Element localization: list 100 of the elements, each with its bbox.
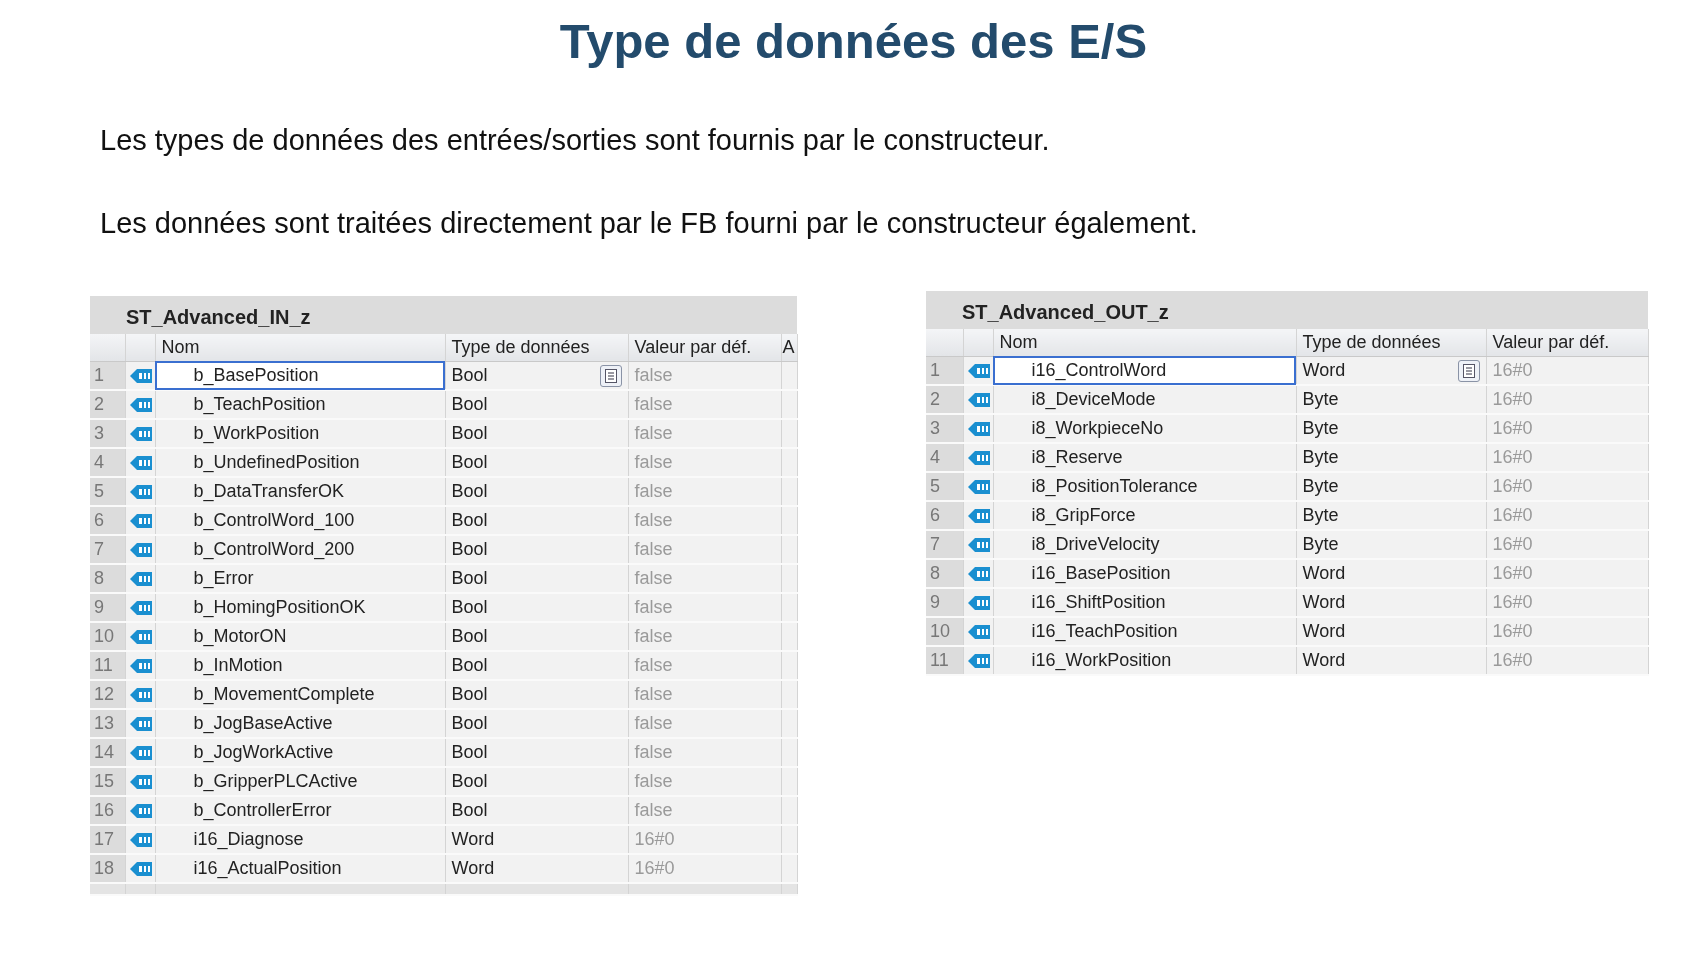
name-cell[interactable]: i8_GripForce bbox=[993, 501, 1296, 531]
default-value-cell: false bbox=[634, 771, 673, 792]
type-cell-text: Bool bbox=[451, 393, 488, 417]
type-cell-text: Byte bbox=[1302, 388, 1339, 412]
io-tag-icon bbox=[129, 629, 152, 644]
column-header: Valeur par déf. bbox=[1492, 331, 1610, 352]
io-tag-icon bbox=[967, 363, 990, 378]
name-cell[interactable]: i16_TeachPosition bbox=[993, 617, 1296, 647]
name-cell[interactable]: i8_WorkpieceNo bbox=[993, 414, 1296, 444]
io-tag-icon bbox=[967, 595, 990, 610]
name-cell[interactable]: b_ControlWord_200 bbox=[155, 535, 445, 565]
default-value-cell: false bbox=[634, 394, 673, 415]
default-value-cell: false bbox=[634, 568, 673, 589]
row-number: 5 bbox=[930, 476, 940, 497]
row-number: 7 bbox=[94, 539, 104, 560]
type-cell-text: Bool bbox=[451, 596, 488, 620]
row-number: 10 bbox=[94, 626, 115, 647]
name-cell[interactable]: b_ControlWord_100 bbox=[155, 506, 445, 536]
name-cell[interactable]: b_HomingPositionOK bbox=[155, 593, 445, 623]
row-number: 7 bbox=[930, 534, 940, 555]
name-cell[interactable]: b_MovementComplete bbox=[155, 680, 445, 710]
default-value-cell: 16#0 bbox=[1492, 476, 1533, 497]
column-header: Nom bbox=[999, 331, 1038, 352]
list-icon bbox=[604, 368, 617, 383]
type-cell-text: Word bbox=[1302, 562, 1346, 586]
default-value-cell: 16#0 bbox=[1492, 505, 1533, 526]
name-cell[interactable]: b_TeachPosition bbox=[155, 390, 445, 420]
io-tag-icon bbox=[129, 368, 152, 383]
name-cell[interactable]: i8_PositionTolerance bbox=[993, 472, 1296, 502]
type-cell-text: Bool bbox=[451, 538, 488, 562]
name-cell[interactable]: i8_Reserve bbox=[993, 443, 1296, 473]
name-cell[interactable]: i16_ShiftPosition bbox=[993, 588, 1296, 618]
type-cell-text: Bool bbox=[451, 480, 488, 504]
name-cell[interactable]: i8_DriveVelocity bbox=[993, 530, 1296, 560]
row-number: 5 bbox=[94, 481, 104, 502]
row-number: 3 bbox=[930, 418, 940, 439]
default-value-cell: 16#0 bbox=[1492, 621, 1533, 642]
name-cell[interactable]: b_DataTransferOK bbox=[155, 477, 445, 507]
selected-name-cell[interactable]: i16_ControlWord bbox=[993, 356, 1296, 386]
type-cell-text: Bool bbox=[451, 741, 488, 765]
column-header: A bbox=[782, 336, 795, 357]
list-button[interactable] bbox=[599, 364, 622, 387]
name-cell[interactable]: b_MotorON bbox=[155, 622, 445, 652]
default-value-cell: false bbox=[634, 626, 673, 647]
column-header: Type de données bbox=[1302, 331, 1441, 352]
table-title: ST_Advanced_OUT_z bbox=[926, 290, 1648, 329]
type-cell-text: Bool bbox=[451, 712, 488, 736]
name-cell[interactable]: i8_DeviceMode bbox=[993, 385, 1296, 415]
name-cell[interactable]: b_InMotion bbox=[155, 651, 445, 681]
row-number: 18 bbox=[94, 858, 115, 879]
io-tag-icon bbox=[129, 658, 152, 673]
row-number: 9 bbox=[930, 592, 940, 613]
io-tag-icon bbox=[967, 450, 990, 465]
name-cell[interactable]: b_JogWorkActive bbox=[155, 738, 445, 768]
row-number: 15 bbox=[94, 771, 115, 792]
type-cell-text: Byte bbox=[1302, 504, 1339, 528]
default-value-cell: 16#0 bbox=[1492, 447, 1533, 468]
name-cell[interactable]: b_WorkPosition bbox=[155, 419, 445, 449]
default-value-cell: 16#0 bbox=[1492, 563, 1533, 584]
io-tag-icon bbox=[129, 513, 152, 528]
row-number: 2 bbox=[930, 389, 940, 410]
name-cell[interactable]: i16_BasePosition bbox=[993, 559, 1296, 589]
default-value-cell: 16#0 bbox=[1492, 650, 1533, 671]
default-value-cell: false bbox=[634, 742, 673, 763]
list-button[interactable] bbox=[1457, 359, 1480, 382]
paragraph: Les types de données des entrées/sorties sont fournis par le constructeur. bbox=[100, 122, 1051, 158]
selected-name-cell[interactable]: b_BasePosition bbox=[155, 361, 445, 391]
io-tag-icon bbox=[129, 716, 152, 731]
table-title: ST_Advanced_IN_z bbox=[90, 295, 797, 334]
default-value-cell: 16#0 bbox=[1492, 592, 1533, 613]
column-header: Type de données bbox=[451, 336, 590, 357]
default-value-cell: false bbox=[634, 713, 673, 734]
name-cell[interactable]: b_GripperPLCActive bbox=[155, 767, 445, 797]
name-cell[interactable]: i16_Diagnose bbox=[155, 825, 445, 855]
name-cell[interactable]: b_JogBaseActive bbox=[155, 709, 445, 739]
type-cell-text: Bool bbox=[451, 364, 488, 388]
name-cell[interactable]: b_Error bbox=[155, 564, 445, 594]
row-number: 6 bbox=[930, 505, 940, 526]
row-number: 12 bbox=[94, 684, 115, 705]
type-cell-text: Word bbox=[451, 828, 495, 852]
type-cell-text: Bool bbox=[451, 422, 488, 446]
default-value-cell: false bbox=[634, 510, 673, 531]
row-number: 4 bbox=[930, 447, 940, 468]
name-cell[interactable]: i16_WorkPosition bbox=[993, 646, 1296, 676]
default-value-cell: false bbox=[634, 365, 673, 386]
type-cell-text: Bool bbox=[451, 770, 488, 794]
name-cell[interactable]: b_UndefinedPosition bbox=[155, 448, 445, 478]
io-tag-icon bbox=[129, 426, 152, 441]
type-cell-text: Bool bbox=[451, 625, 488, 649]
io-tag-icon bbox=[129, 571, 152, 586]
type-cell-text: Bool bbox=[451, 683, 488, 707]
type-cell-text: Word bbox=[451, 857, 495, 881]
row-number: 17 bbox=[94, 829, 115, 850]
default-value-cell: false bbox=[634, 800, 673, 821]
type-cell-text: Bool bbox=[451, 509, 488, 533]
io-tag-icon bbox=[129, 600, 152, 615]
name-cell[interactable]: b_ControllerError bbox=[155, 796, 445, 826]
type-cell-text: Word bbox=[1302, 649, 1346, 673]
type-cell-text: Bool bbox=[451, 799, 488, 823]
io-tag-icon bbox=[129, 542, 152, 557]
